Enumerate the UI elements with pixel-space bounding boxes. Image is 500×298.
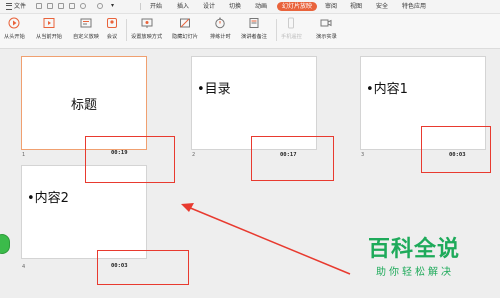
tab-transition[interactable]: 切换 [229, 0, 241, 13]
watermark-title: 百科全说 [368, 237, 461, 262]
preview-icon[interactable] [69, 3, 75, 9]
file-menu-button[interactable]: 文件 [6, 0, 26, 13]
slide-3-bullet: •内容1 [366, 82, 408, 97]
phone-remote-label: 手机遥控 [281, 34, 302, 40]
custom-show-button[interactable]: 自定义放映 [73, 17, 99, 40]
setup-show-label: 设置放映方式 [131, 34, 163, 40]
file-menu-label: 文件 [14, 3, 27, 10]
custom-show-icon [80, 17, 92, 29]
rehearse-timings-button[interactable]: 排练计时 [210, 17, 231, 40]
play-from-start-button[interactable]: 从头开始 [4, 17, 25, 40]
rehearse-timings-label: 排练计时 [210, 34, 231, 40]
tab-security[interactable]: 安全 [376, 0, 388, 13]
slide-number: 1 [22, 152, 26, 158]
ribbon-toolbar: 从头开始 从当前开始 自定义放映 会议 设置放映方式 隐藏幻灯片 排练计时 演讲… [0, 14, 500, 49]
tab-slideshow[interactable]: 幻灯片放映 [277, 2, 318, 11]
phone-remote-icon [285, 17, 297, 29]
speaker-notes-label: 演讲者备注 [241, 34, 267, 40]
redo-icon[interactable] [97, 3, 103, 9]
play-current-icon [43, 17, 55, 29]
slide-number: 2 [192, 152, 196, 158]
open-folder-icon[interactable] [36, 3, 42, 9]
highlight-box [97, 250, 189, 285]
menu-bar: 文件 ▾ 开始 插入 设计 切换 动画 幻灯片放映 审阅 视图 安全 特色应用 [0, 0, 500, 14]
slide-number: 3 [361, 152, 365, 158]
setup-show-icon [141, 17, 153, 29]
slide-2-bullet: •目录 [197, 82, 231, 97]
tab-design[interactable]: 设计 [203, 0, 215, 13]
speaker-notes-button[interactable]: 演讲者备注 [241, 17, 267, 40]
menu-divider [140, 3, 141, 10]
tab-view[interactable]: 视图 [350, 0, 362, 13]
screen-record-label: 演示实录 [316, 34, 337, 40]
play-from-current-label: 从当前开始 [36, 34, 62, 40]
custom-show-label: 自定义放映 [73, 34, 99, 40]
hamburger-icon [6, 3, 12, 10]
watermark-logo: 百科全说 助你轻松解决 [368, 237, 498, 279]
tab-animation[interactable]: 动画 [255, 0, 267, 13]
hide-slide-button[interactable]: 隐藏幻灯片 [172, 17, 198, 40]
play-icon [8, 17, 20, 29]
tab-home[interactable]: 开始 [150, 0, 162, 13]
print-icon[interactable] [58, 3, 64, 9]
undo-icon[interactable] [80, 3, 86, 9]
hide-slide-label: 隐藏幻灯片 [172, 34, 198, 40]
meeting-button[interactable]: 会议 [106, 17, 118, 40]
slide-4-bullet: •内容2 [27, 191, 69, 206]
meeting-icon [106, 17, 118, 29]
highlight-box [421, 126, 491, 173]
speaker-notes-icon [248, 17, 260, 29]
play-from-start-label: 从头开始 [4, 34, 25, 40]
video-camera-icon [320, 17, 332, 29]
ribbon-divider [276, 19, 277, 41]
hide-slide-icon [179, 17, 191, 29]
meeting-label: 会议 [106, 34, 118, 40]
highlight-box [251, 136, 334, 181]
slide-number: 4 [22, 264, 26, 270]
highlight-box [85, 136, 175, 183]
play-from-current-button[interactable]: 从当前开始 [36, 17, 62, 40]
phone-remote-button[interactable]: 手机遥控 [281, 17, 302, 40]
slide-1-title: 标题 [70, 98, 97, 113]
chevron-down-icon[interactable]: ▾ [111, 3, 117, 9]
tab-featured[interactable]: 特色应用 [402, 0, 426, 13]
save-icon[interactable] [47, 3, 53, 9]
tab-insert[interactable]: 插入 [177, 0, 189, 13]
ribbon-divider [126, 19, 127, 41]
stopwatch-icon [214, 17, 226, 29]
watermark-subtitle: 助你轻松解决 [376, 267, 454, 278]
tab-review[interactable]: 审阅 [325, 0, 337, 13]
setup-show-button[interactable]: 设置放映方式 [131, 17, 162, 40]
screen-record-button[interactable]: 演示实录 [316, 17, 337, 40]
